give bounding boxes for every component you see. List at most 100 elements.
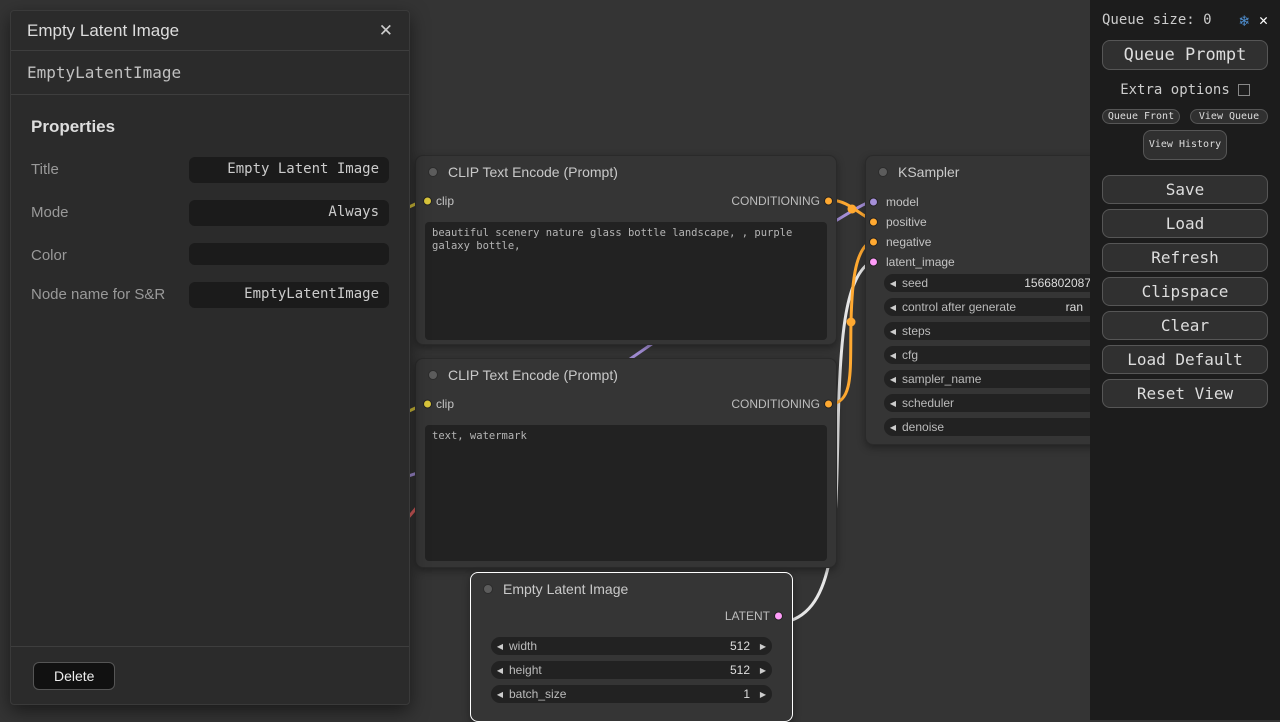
conditioning-output-dot[interactable] bbox=[824, 197, 833, 206]
collapse-dot-icon[interactable] bbox=[428, 370, 438, 380]
field-title: Title Empty Latent Image bbox=[31, 157, 389, 183]
clipspace-button[interactable]: Clipspace bbox=[1102, 277, 1268, 306]
node-ksampler[interactable]: KSampler model positive negative latent_… bbox=[865, 155, 1125, 445]
load-button[interactable]: Load bbox=[1102, 209, 1268, 238]
clear-button[interactable]: Clear bbox=[1102, 311, 1268, 340]
increment-arrow-icon[interactable]: ▶ bbox=[754, 690, 772, 699]
widget-seed[interactable]: ◀ seed 1566802087 bbox=[884, 274, 1119, 292]
close-icon[interactable]: ✕ bbox=[379, 21, 393, 41]
collapse-dot-icon[interactable] bbox=[483, 584, 493, 594]
prompt-textarea[interactable]: beautiful scenery nature glass bottle la… bbox=[425, 222, 827, 340]
properties-heading: Properties bbox=[31, 117, 389, 137]
node-header[interactable]: Empty Latent Image bbox=[471, 573, 792, 605]
node-title: Empty Latent Image bbox=[503, 581, 628, 597]
properties-panel-titlebar[interactable]: Empty Latent Image ✕ bbox=[11, 11, 409, 51]
extra-options-label: Extra options bbox=[1120, 82, 1230, 98]
clip-input-label: clip bbox=[436, 194, 454, 208]
widget-height[interactable]: ◀ height 512 ▶ bbox=[491, 661, 772, 679]
widget-batch-size[interactable]: ◀ batch_size 1 ▶ bbox=[491, 685, 772, 703]
reset-view-button[interactable]: Reset View bbox=[1102, 379, 1268, 408]
node-title: CLIP Text Encode (Prompt) bbox=[448, 164, 618, 180]
collapse-dot-icon[interactable] bbox=[428, 167, 438, 177]
node-clip-text-encode-positive[interactable]: CLIP Text Encode (Prompt) clip CONDITION… bbox=[415, 155, 837, 345]
comfyui-canvas[interactable]: { "glyphs": { "left": "◀", "right": "▶",… bbox=[0, 0, 1280, 720]
increment-arrow-icon[interactable]: ▶ bbox=[754, 666, 772, 675]
wire-midpoint-dot bbox=[848, 205, 857, 214]
collapse-dot-icon[interactable] bbox=[878, 167, 888, 177]
prompt-textarea[interactable]: text, watermark bbox=[425, 425, 827, 561]
load-default-button[interactable]: Load Default bbox=[1102, 345, 1268, 374]
view-queue-button[interactable]: View Queue bbox=[1190, 109, 1268, 124]
slot-row: positive bbox=[866, 212, 1124, 232]
node-clip-text-encode-negative[interactable]: CLIP Text Encode (Prompt) clip CONDITION… bbox=[415, 358, 837, 568]
decrement-arrow-icon[interactable]: ◀ bbox=[884, 327, 902, 336]
snowflake-icon[interactable]: ❄ bbox=[1239, 11, 1249, 30]
slot-row: LATENT bbox=[471, 605, 792, 627]
field-mode: Mode Always bbox=[31, 200, 389, 226]
decrement-arrow-icon[interactable]: ◀ bbox=[884, 279, 902, 288]
latent-output-dot[interactable] bbox=[774, 612, 783, 621]
negative-input-dot[interactable] bbox=[869, 238, 878, 247]
field-node-name: Node name for S&R EmptyLatentImage bbox=[31, 282, 389, 308]
comfyui-menu: Queue size: 0 ❄ ✕ Queue Prompt Extra opt… bbox=[1090, 0, 1280, 720]
widget-sampler-name[interactable]: ◀ sampler_name bbox=[884, 370, 1119, 388]
model-input-dot[interactable] bbox=[869, 198, 878, 207]
slot-row: clip CONDITIONING bbox=[416, 188, 836, 214]
refresh-button[interactable]: Refresh bbox=[1102, 243, 1268, 272]
node-name-input[interactable]: EmptyLatentImage bbox=[189, 282, 389, 308]
clip-input-dot[interactable] bbox=[423, 197, 432, 206]
conditioning-output-dot[interactable] bbox=[824, 400, 833, 409]
wire-midpoint-dot bbox=[847, 318, 856, 327]
node-title: KSampler bbox=[898, 164, 959, 180]
widget-cfg[interactable]: ◀ cfg bbox=[884, 346, 1119, 364]
ksampler-inputs: model positive negative latent_image bbox=[866, 192, 1124, 272]
field-color: Color bbox=[31, 243, 389, 265]
clip-input-dot[interactable] bbox=[423, 400, 432, 409]
extra-options-checkbox[interactable] bbox=[1238, 84, 1250, 96]
latent-output-label: LATENT bbox=[725, 609, 770, 623]
slot-row: model bbox=[866, 192, 1124, 212]
decrement-arrow-icon[interactable]: ◀ bbox=[884, 303, 902, 312]
decrement-arrow-icon[interactable]: ◀ bbox=[491, 690, 509, 699]
latent-image-input-label: latent_image bbox=[886, 255, 955, 269]
node-empty-latent-image[interactable]: Empty Latent Image LATENT ◀ width 512 ▶ … bbox=[470, 572, 793, 722]
queue-prompt-button[interactable]: Queue Prompt bbox=[1102, 40, 1268, 70]
decrement-arrow-icon[interactable]: ◀ bbox=[884, 423, 902, 432]
delete-button[interactable]: Delete bbox=[33, 662, 115, 690]
positive-input-label: positive bbox=[886, 215, 927, 229]
decrement-arrow-icon[interactable]: ◀ bbox=[491, 666, 509, 675]
widget-steps[interactable]: ◀ steps bbox=[884, 322, 1119, 340]
decrement-arrow-icon[interactable]: ◀ bbox=[884, 399, 902, 408]
node-header[interactable]: CLIP Text Encode (Prompt) bbox=[416, 359, 836, 391]
decrement-arrow-icon[interactable]: ◀ bbox=[884, 351, 902, 360]
properties-panel-footer: Delete bbox=[11, 646, 409, 704]
widget-control-after-generate[interactable]: ◀ control after generate ran bbox=[884, 298, 1119, 316]
widget-scheduler[interactable]: ◀ scheduler bbox=[884, 394, 1119, 412]
slot-row: clip CONDITIONING bbox=[416, 391, 836, 417]
queue-front-button[interactable]: Queue Front bbox=[1102, 109, 1180, 124]
widget-denoise[interactable]: ◀ denoise bbox=[884, 418, 1119, 436]
decrement-arrow-icon[interactable]: ◀ bbox=[884, 375, 902, 384]
node-title: CLIP Text Encode (Prompt) bbox=[448, 367, 618, 383]
slot-row: latent_image bbox=[866, 252, 1124, 272]
increment-arrow-icon[interactable]: ▶ bbox=[754, 642, 772, 651]
mode-input[interactable]: Always bbox=[189, 200, 389, 226]
latent-image-input-dot[interactable] bbox=[869, 258, 878, 267]
properties-panel: Empty Latent Image ✕ EmptyLatentImage Pr… bbox=[10, 10, 410, 705]
save-button[interactable]: Save bbox=[1102, 175, 1268, 204]
field-label: Mode bbox=[31, 200, 69, 221]
color-input[interactable] bbox=[189, 243, 389, 265]
close-icon[interactable]: ✕ bbox=[1259, 11, 1268, 29]
field-label: Title bbox=[31, 157, 59, 178]
decrement-arrow-icon[interactable]: ◀ bbox=[491, 642, 509, 651]
node-header[interactable]: CLIP Text Encode (Prompt) bbox=[416, 156, 836, 188]
view-history-button[interactable]: View History bbox=[1143, 130, 1227, 160]
queue-size-label: Queue size: 0 bbox=[1102, 12, 1239, 28]
field-label: Node name for S&R bbox=[31, 282, 165, 303]
positive-input-dot[interactable] bbox=[869, 218, 878, 227]
node-header[interactable]: KSampler bbox=[866, 156, 1124, 188]
widget-width[interactable]: ◀ width 512 ▶ bbox=[491, 637, 772, 655]
clip-input-label: clip bbox=[436, 397, 454, 411]
conditioning-output-label: CONDITIONING bbox=[731, 194, 820, 208]
title-input[interactable]: Empty Latent Image bbox=[189, 157, 389, 183]
